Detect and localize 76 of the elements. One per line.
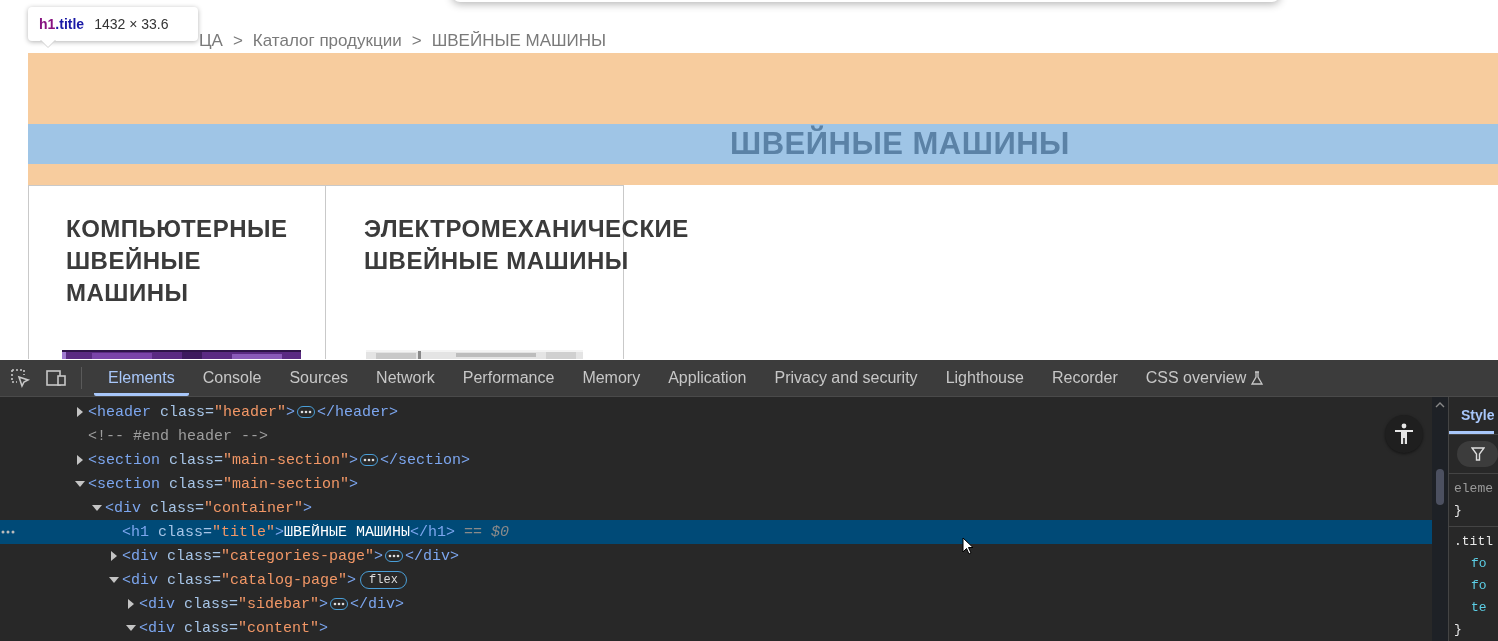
- caret-icon[interactable]: [92, 503, 102, 513]
- devtools-tab[interactable]: Lighthouse: [931, 360, 1038, 396]
- category-title[interactable]: ЭЛЕКТРОМЕХАНИЧЕСКИЕ ШВЕЙНЫЕ МАШИНЫ: [364, 213, 689, 277]
- more-icon[interactable]: [1, 530, 15, 534]
- html-markup: <!-- #end header -->: [88, 427, 269, 445]
- element-size: 1432 × 33.6: [94, 16, 169, 32]
- css-code: eleme: [1453, 480, 1494, 498]
- ellipsis-icon[interactable]: [330, 598, 349, 610]
- scroll-up-icon[interactable]: [1435, 402, 1445, 408]
- html-markup: </header>: [317, 403, 399, 421]
- breadcrumb-link[interactable]: Каталог продукции: [252, 31, 402, 51]
- html-markup: <div class="container">: [105, 499, 313, 517]
- accessibility-icon: [1394, 423, 1414, 445]
- css-code: te: [1470, 599, 1488, 617]
- devtools-tab[interactable]: Performance: [448, 360, 569, 396]
- tree-row[interactable]: <div class="sidebar"> </div>: [0, 592, 1432, 616]
- tree-row[interactable]: <header class="header"> </header>: [0, 400, 1432, 424]
- accessibility-button[interactable]: [1385, 415, 1423, 453]
- filter-field[interactable]: [1457, 441, 1498, 467]
- css-code: }: [1453, 502, 1463, 520]
- html-markup: <section class="main-section">: [88, 451, 359, 469]
- tree-row[interactable]: <div class="container">: [0, 496, 1432, 520]
- caret-icon[interactable]: [126, 599, 136, 609]
- element-selector: h1.title: [39, 16, 85, 32]
- caret-icon[interactable]: [75, 455, 85, 465]
- html-markup: </div>: [350, 595, 405, 613]
- html-markup: <div class="categories-page">: [122, 547, 384, 565]
- ellipsis-icon[interactable]: [360, 454, 379, 466]
- html-markup: <div class="sidebar">: [139, 595, 329, 613]
- tree-row[interactable]: <section class="main-section"> </section>: [0, 448, 1432, 472]
- breadcrumb-link[interactable]: ЦА: [199, 31, 223, 51]
- tree-row[interactable]: <!-- #end header -->: [0, 424, 1432, 448]
- tree-row[interactable]: <section class="main-section">: [0, 472, 1432, 496]
- caret-icon[interactable]: [109, 551, 119, 561]
- styles-tab[interactable]: Style: [1449, 407, 1495, 434]
- ellipsis-icon[interactable]: [297, 406, 316, 418]
- html-markup: <section class="main-section">: [88, 475, 359, 493]
- html-markup: <div class="content">: [139, 619, 329, 637]
- devtools-tab[interactable]: Privacy and security: [760, 360, 932, 396]
- devtools-tab[interactable]: Application: [654, 360, 761, 396]
- devtools-tab[interactable]: Sources: [275, 360, 363, 396]
- css-code: fo: [1470, 577, 1488, 595]
- devtools-tab[interactable]: Recorder: [1037, 360, 1132, 396]
- caret-icon[interactable]: [109, 575, 119, 585]
- devtools-tab[interactable]: Network: [362, 360, 449, 396]
- scrollbar[interactable]: [1432, 397, 1448, 641]
- breadcrumb-separator: >: [411, 31, 422, 51]
- breadcrumb-separator: >: [232, 31, 243, 51]
- html-markup: <h1 class="title">ШВЕЙНЫЕ МАШИНЫ</h1> == $0: [122, 523, 510, 541]
- caret-icon[interactable]: [75, 407, 85, 417]
- devtools-tab[interactable]: Elements: [94, 360, 189, 396]
- html-markup: <header class="header">: [88, 403, 296, 421]
- css-code: .titl: [1453, 533, 1494, 551]
- html-markup: </section>: [380, 451, 471, 469]
- tree-row[interactable]: <div class="catalog-page"> flex: [0, 568, 1432, 592]
- inspect-icon[interactable]: [9, 367, 31, 389]
- cursor-icon: [962, 537, 974, 555]
- tree-row[interactable]: <div class="categories-page"> </div>: [0, 544, 1432, 568]
- css-code: fo: [1470, 555, 1488, 573]
- html-markup: <div class="catalog-page">: [122, 571, 357, 589]
- html-markup: </div>: [405, 547, 460, 565]
- device-toolbar-icon[interactable]: [45, 367, 67, 389]
- ellipsis-icon[interactable]: [385, 550, 404, 562]
- category-title[interactable]: КОМПЬЮТЕРНЫЕ ШВЕЙНЫЕ МАШИНЫ: [66, 213, 288, 309]
- css-code: }: [1453, 621, 1463, 639]
- tree-row[interactable]: <h1 class="title">ШВЕЙНЫЕ МАШИНЫ</h1> == $0: [0, 520, 1432, 544]
- devtools-tab[interactable]: Console: [188, 360, 276, 396]
- caret-icon[interactable]: [75, 479, 85, 489]
- devtools-tab[interactable]: CSS overview: [1131, 360, 1278, 396]
- devtools-tab[interactable]: Memory: [568, 360, 655, 396]
- caret-icon[interactable]: [126, 623, 136, 633]
- filter-icon: [1471, 447, 1485, 461]
- tree-row[interactable]: <div class="content">: [0, 616, 1432, 640]
- scrollbar-thumb[interactable]: [1436, 469, 1444, 505]
- page-title: ШВЕЙНЫЕ МАШИНЫ: [730, 126, 1070, 162]
- breadcrumb-link[interactable]: ШВЕЙНЫЕ МАШИНЫ: [431, 31, 607, 51]
